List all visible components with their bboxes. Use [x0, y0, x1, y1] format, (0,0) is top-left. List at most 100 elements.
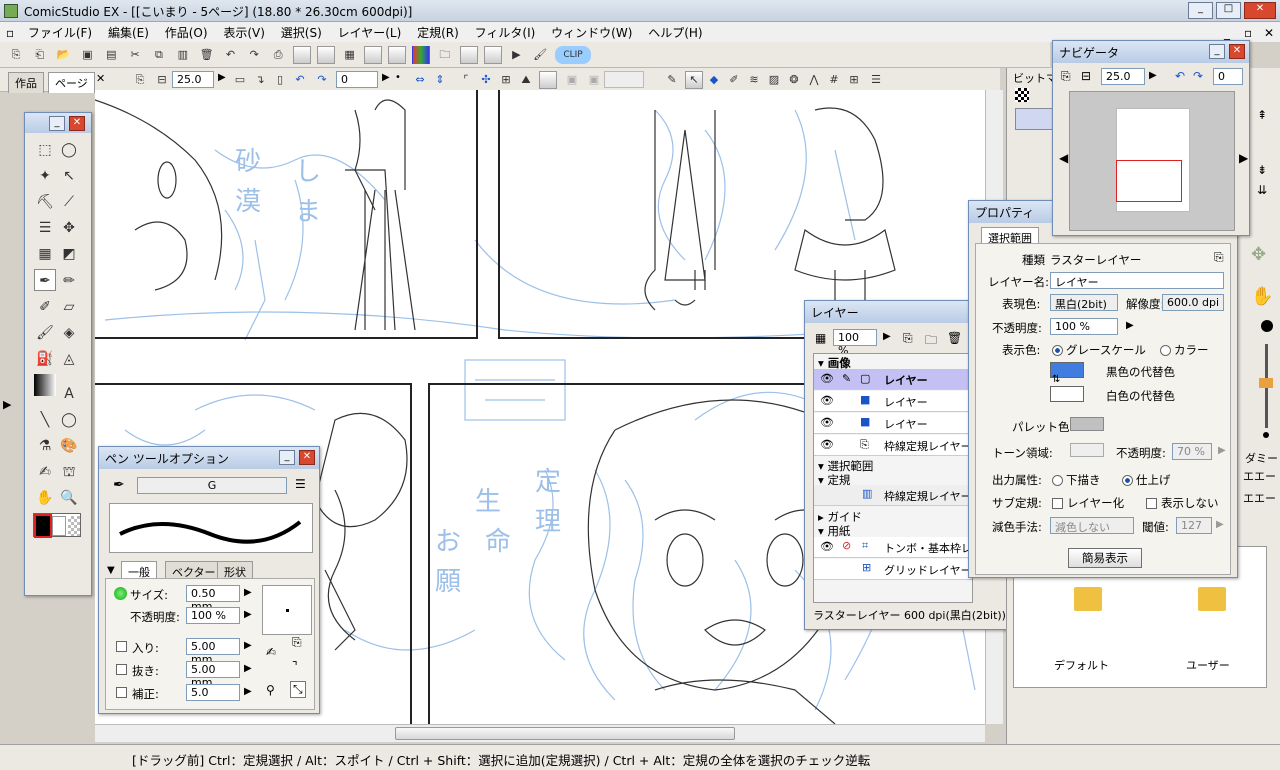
brush-slider-thumb[interactable] [1259, 378, 1273, 388]
page-icon[interactable]: ▯ [271, 71, 289, 89]
eye-icon[interactable]: 👁 [820, 372, 834, 385]
play-icon[interactable]: ▶ [507, 46, 525, 64]
layer-row[interactable]: 👁 ■ レイヤー [814, 413, 972, 434]
no-print-icon[interactable]: ⊘ [842, 539, 851, 552]
rotate-input[interactable]: 0 [336, 71, 378, 88]
menu-file[interactable]: ファイル(F) [22, 22, 98, 43]
eyedropper-icon[interactable]: ⟋ [58, 191, 80, 213]
penopt-close-icon[interactable]: ✕ [299, 450, 315, 465]
pen-icon[interactable]: ✎ [663, 71, 681, 89]
nav-right-icon[interactable]: ▶ [1239, 151, 1248, 165]
menu-work[interactable]: 作品(O) [159, 22, 214, 43]
corr-arrow-icon[interactable]: ▶ [244, 686, 252, 697]
in-arrow-icon[interactable]: ▶ [244, 640, 252, 651]
material-item[interactable] [1015, 108, 1055, 130]
horizontal-scrollbar[interactable] [95, 724, 985, 742]
menu-help[interactable]: ヘルプ(H) [642, 22, 708, 43]
zoom-icon[interactable]: 🔍 [58, 487, 80, 509]
opacity-arrow-icon[interactable]: ▶ [244, 609, 252, 620]
panel-icon-1[interactable] [364, 46, 383, 64]
save-icon[interactable]: ▣ [78, 46, 96, 64]
in-checkbox[interactable] [116, 641, 127, 652]
op-input[interactable]: 100 % [1050, 318, 1118, 335]
reduce-select[interactable]: 減色しない [1050, 517, 1134, 534]
final-radio[interactable]: 仕上げ [1122, 472, 1171, 488]
ruler-icon[interactable]: ⚗ [34, 435, 56, 457]
redo-icon[interactable]: ↷ [245, 46, 263, 64]
gradient-icon[interactable] [34, 374, 56, 396]
grid-ruler-icon[interactable]: # [825, 71, 843, 89]
mdi-close-icon[interactable]: ✕ [1258, 24, 1280, 42]
layerize-checkbox[interactable]: レイヤー化 [1052, 495, 1124, 511]
scroll-up-icon[interactable]: ⇞ [1257, 108, 1267, 122]
new-folder-icon[interactable]: 🗀 [925, 331, 937, 352]
undo-icon[interactable]: ↶ [221, 46, 239, 64]
print-icon[interactable]: ⎙ [269, 46, 287, 64]
pencil-icon[interactable]: ✏ [58, 270, 80, 292]
new-work-icon[interactable]: ⎘ [7, 46, 25, 64]
menu-edit[interactable]: 編集(E) [102, 22, 155, 43]
gray-radio[interactable]: グレースケール [1052, 342, 1146, 358]
collapse-icon[interactable]: ▼ [107, 565, 115, 576]
cube-icon[interactable]: ◩ [58, 243, 80, 265]
palette-close-icon[interactable]: ✕ [69, 116, 85, 131]
nav-viewport-frame[interactable] [1116, 160, 1182, 202]
eye-icon[interactable]: 👁 [820, 540, 834, 553]
marker-icon[interactable]: ✐ [34, 296, 56, 318]
layer-row[interactable]: ⊞ グリッドレイヤー [814, 559, 972, 580]
save-all-icon[interactable]: ▤ [102, 46, 120, 64]
zoom-width-icon[interactable]: ⊟ [153, 71, 171, 89]
white-swatch[interactable] [52, 516, 66, 536]
opacity-input[interactable]: 100 % [186, 607, 240, 624]
op-arrow-icon[interactable]: ▶ [1126, 320, 1134, 331]
new-page-icon[interactable]: ⎗ [31, 46, 49, 64]
delete-layer-icon[interactable]: 🗑 [947, 331, 962, 345]
swirl-icon[interactable]: ❂ [785, 71, 803, 89]
select-arrow-icon[interactable]: ↖ [685, 71, 703, 89]
nav-fit-icon[interactable]: ⎘ [1061, 69, 1071, 84]
corr-input[interactable]: 5.0 [186, 684, 240, 701]
paste-icon[interactable]: ▥ [174, 46, 192, 64]
pen-copy-icon[interactable]: ⎘ [292, 635, 302, 650]
white-alt-swatch[interactable] [1050, 386, 1084, 402]
layer-row[interactable]: 👁 ⎘ 枠線定規レイヤー [814, 435, 972, 456]
pressure-icon[interactable]: ✍ [266, 645, 276, 659]
page-fit-icon[interactable]: ▭ [231, 71, 249, 89]
eraser-icon[interactable]: ▱ [58, 296, 80, 318]
view-icon-3[interactable]: ▦ [341, 46, 359, 64]
scroll-thumb[interactable] [395, 727, 735, 740]
move-panel-icon[interactable]: ✥ [1251, 244, 1266, 265]
nav-preview[interactable] [1069, 91, 1235, 231]
new-layer-icon[interactable]: ⎘ [903, 331, 913, 346]
grid-icon[interactable]: ⊞ [845, 71, 863, 89]
cut-icon[interactable]: ✂ [126, 46, 144, 64]
size-input[interactable]: 0.50 mm [186, 585, 240, 613]
pen-corner-icon[interactable]: ⌝ [292, 659, 298, 673]
dot-icon[interactable]: • [395, 72, 401, 83]
nav-width-icon[interactable]: ⊟ [1081, 69, 1091, 83]
grid-color-icon[interactable] [412, 46, 431, 64]
rotate-right-icon[interactable]: ↷ [313, 71, 331, 89]
threshold-input[interactable]: 127 [1176, 517, 1212, 534]
layer-move-icon[interactable]: ☰ [34, 217, 56, 239]
penopt-min-icon[interactable]: _ [279, 450, 295, 465]
line-style-icon[interactable]: ≋ [745, 71, 763, 89]
hand-panel-icon[interactable]: ✋ [1251, 286, 1273, 307]
rect-select-icon[interactable]: ⬚ [34, 139, 56, 161]
stamp-icon[interactable]: ⛫ [58, 461, 80, 483]
default-folder-label[interactable]: デフォルト [1054, 657, 1109, 673]
bitmap-tab[interactable]: ビットマ [1013, 70, 1057, 86]
nav-zoom-input[interactable]: 25.0 [1101, 68, 1145, 85]
tone-op-input[interactable]: 70 % [1172, 443, 1212, 460]
out-checkbox[interactable] [116, 664, 127, 675]
menu-select[interactable]: 選択(S) [275, 22, 328, 43]
perspective-icon[interactable]: ⋀ [805, 71, 823, 89]
page-turn-icon[interactable]: ↴ [251, 71, 269, 89]
nav-min-icon[interactable]: _ [1209, 44, 1225, 59]
size-link-icon[interactable] [114, 587, 127, 600]
pattern-icon[interactable]: ◬ [58, 348, 80, 370]
select-view-icon[interactable] [539, 71, 557, 89]
panel-icon-2[interactable] [388, 46, 407, 64]
rotate-arrow-icon[interactable]: ▶ [382, 72, 390, 83]
text-icon[interactable]: A [58, 383, 80, 405]
